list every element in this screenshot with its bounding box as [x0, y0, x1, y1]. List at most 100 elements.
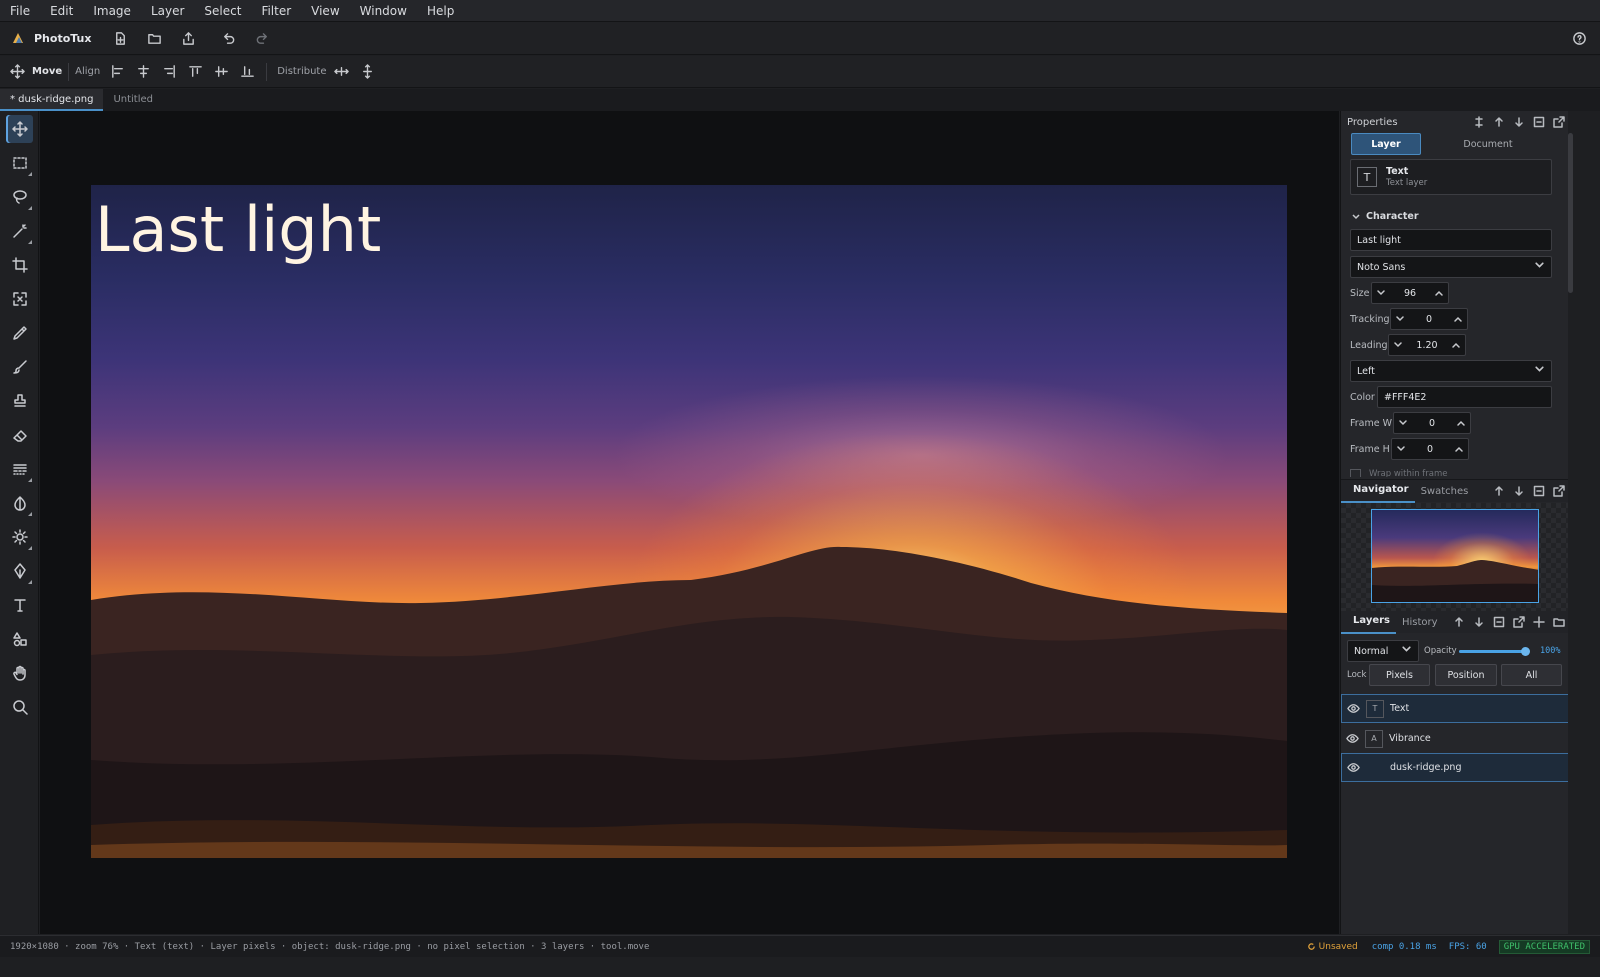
menu-window[interactable]: Window	[350, 0, 417, 22]
layer-row-dusk-ridge[interactable]: dusk-ridge.png	[1341, 753, 1569, 782]
align-center-v-icon[interactable]	[208, 59, 234, 85]
layer-row-text[interactable]: T Text	[1341, 694, 1569, 723]
lasso-tool-icon[interactable]	[6, 183, 33, 211]
eraser-tool-icon[interactable]	[6, 421, 33, 449]
menu-layer[interactable]: Layer	[141, 0, 194, 22]
tab-layer[interactable]: Layer	[1351, 133, 1421, 155]
pin-icon[interactable]	[1469, 112, 1489, 132]
move-down-icon[interactable]	[1509, 112, 1529, 132]
align-top-icon[interactable]	[182, 59, 208, 85]
adjust-tool-icon[interactable]	[6, 523, 33, 551]
undo-icon[interactable]	[216, 25, 242, 51]
color-input[interactable]: #FFF4E2	[1377, 386, 1552, 408]
frame-height-stepper[interactable]: 0	[1391, 438, 1469, 460]
character-section-header[interactable]: Character	[1351, 211, 1419, 222]
canvas-area[interactable]: Last light	[40, 111, 1339, 934]
text-tool-icon[interactable]	[6, 591, 33, 619]
properties-title: Properties	[1347, 116, 1398, 128]
panel-scrollbar-thumb[interactable]	[1568, 133, 1573, 293]
menu-help[interactable]: Help	[417, 0, 464, 22]
size-stepper[interactable]: 96	[1371, 282, 1449, 304]
help-icon[interactable]	[1566, 25, 1592, 51]
transform-tool-icon[interactable]	[6, 285, 33, 313]
menu-filter[interactable]: Filter	[251, 0, 301, 22]
align-bottom-icon[interactable]	[234, 59, 260, 85]
dodge-burn-tool-icon[interactable]	[6, 489, 33, 517]
crop-tool-icon[interactable]	[6, 251, 33, 279]
lock-pixels-button[interactable]: Pixels	[1369, 664, 1430, 686]
export-icon[interactable]	[176, 25, 202, 51]
wrap-within-frame-checkbox[interactable]: Wrap within frame	[1350, 467, 1448, 477]
menu-file[interactable]: File	[0, 0, 40, 22]
stamp-tool-icon[interactable]	[6, 387, 33, 415]
move-up-icon[interactable]	[1449, 612, 1469, 632]
tab-swatches[interactable]: Swatches	[1415, 486, 1475, 497]
canvas-text-layer[interactable]: Last light	[95, 193, 381, 266]
font-family-select[interactable]: Noto Sans	[1350, 256, 1552, 278]
move-up-icon[interactable]	[1489, 112, 1509, 132]
popout-icon[interactable]	[1549, 481, 1569, 501]
align-center-h-icon[interactable]	[130, 59, 156, 85]
hand-tool-icon[interactable]	[6, 659, 33, 687]
unsaved-indicator: Unsaved	[1307, 942, 1358, 952]
collapse-icon[interactable]	[1489, 612, 1509, 632]
move-down-icon[interactable]	[1509, 481, 1529, 501]
shape-tool-icon[interactable]	[6, 625, 33, 653]
tab-layers[interactable]: Layers	[1341, 610, 1396, 634]
tab-untitled[interactable]: Untitled	[103, 89, 163, 111]
navigator-view[interactable]	[1341, 503, 1569, 613]
menu-view[interactable]: View	[301, 0, 349, 22]
image-layer-thumbnail	[1366, 759, 1384, 777]
opacity-slider[interactable]	[1459, 647, 1530, 656]
menu-edit[interactable]: Edit	[40, 0, 83, 22]
lock-position-button[interactable]: Position	[1435, 664, 1497, 686]
blend-mode-select[interactable]: Normal	[1347, 640, 1419, 662]
wrap-within-frame-label: Wrap within frame	[1369, 469, 1448, 477]
text-content-input[interactable]: Last light	[1350, 229, 1552, 251]
document-canvas[interactable]: Last light	[91, 185, 1287, 858]
distribute-horizontal-icon[interactable]	[328, 59, 354, 85]
popout-icon[interactable]	[1549, 112, 1569, 132]
text-align-select[interactable]: Left	[1350, 360, 1552, 382]
tab-history[interactable]: History	[1396, 617, 1444, 628]
align-left-icon[interactable]	[104, 59, 130, 85]
collapse-icon[interactable]	[1529, 481, 1549, 501]
open-folder-icon[interactable]	[142, 25, 168, 51]
menu-image[interactable]: Image	[83, 0, 141, 22]
move-tool-icon[interactable]	[6, 115, 33, 143]
layer-row-vibrance[interactable]: A Vibrance	[1341, 724, 1569, 753]
brush-tool-icon[interactable]	[6, 353, 33, 381]
visibility-eye-icon[interactable]	[1342, 761, 1364, 774]
leading-stepper[interactable]: 1.20	[1388, 334, 1466, 356]
tab-document[interactable]: Document	[1423, 133, 1553, 155]
tab-dusk-ridge[interactable]: * dusk-ridge.png	[0, 89, 104, 111]
pen-tool-icon[interactable]	[6, 557, 33, 585]
menu-select[interactable]: Select	[194, 0, 251, 22]
visibility-eye-icon[interactable]	[1341, 732, 1363, 745]
magic-wand-tool-icon[interactable]	[6, 217, 33, 245]
folder-icon[interactable]	[1549, 612, 1569, 632]
move-up-icon[interactable]	[1489, 481, 1509, 501]
visibility-eye-icon[interactable]	[1342, 702, 1364, 715]
distribute-vertical-icon[interactable]	[354, 59, 380, 85]
tracking-stepper[interactable]: 0	[1390, 308, 1468, 330]
menu-bar: File Edit Image Layer Select Filter View…	[0, 0, 1600, 22]
gradient-tool-icon[interactable]	[6, 455, 33, 483]
character-section-label: Character	[1366, 211, 1419, 222]
opacity-slider-handle[interactable]	[1521, 647, 1530, 656]
zoom-tool-icon[interactable]	[6, 693, 33, 721]
redo-icon[interactable]	[250, 25, 276, 51]
new-file-icon[interactable]	[108, 25, 134, 51]
marquee-tool-icon[interactable]	[6, 149, 33, 177]
checkbox-icon	[1350, 469, 1361, 477]
add-layer-icon[interactable]	[1529, 612, 1549, 632]
navigator-thumbnail[interactable]	[1371, 509, 1539, 603]
collapse-icon[interactable]	[1529, 112, 1549, 132]
tab-navigator[interactable]: Navigator	[1341, 479, 1415, 503]
move-down-icon[interactable]	[1469, 612, 1489, 632]
align-right-icon[interactable]	[156, 59, 182, 85]
frame-width-stepper[interactable]: 0	[1393, 412, 1471, 434]
popout-icon[interactable]	[1509, 612, 1529, 632]
lock-all-button[interactable]: All	[1501, 664, 1562, 686]
eyedropper-tool-icon[interactable]	[6, 319, 33, 347]
